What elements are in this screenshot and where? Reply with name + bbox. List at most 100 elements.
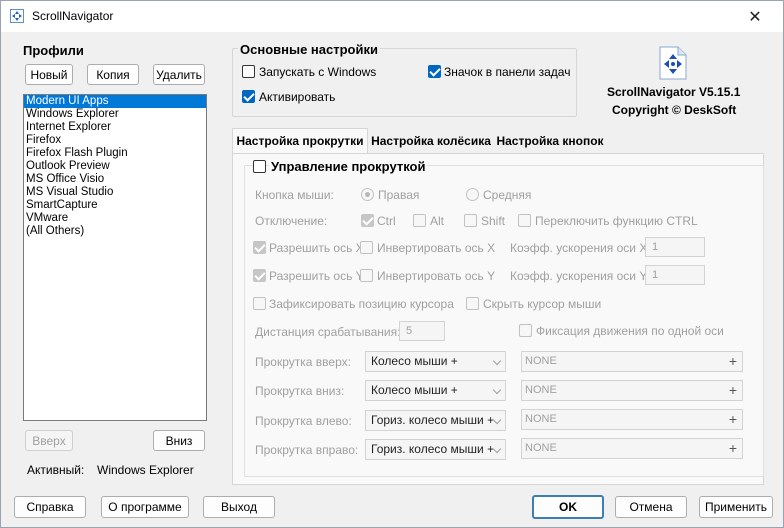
- scroll-right-select[interactable]: Гориз. колесо мыши +: [365, 439, 506, 460]
- scroll-up-label: Прокрутка вверх:: [255, 355, 351, 369]
- about-button[interactable]: О программе: [101, 496, 189, 518]
- exit-button[interactable]: Выход: [203, 496, 275, 518]
- scroll-control-label: Управление прокруткой: [269, 159, 428, 174]
- ok-button[interactable]: OK: [532, 495, 604, 519]
- list-item[interactable]: MS Office Visio: [24, 173, 206, 186]
- main-window: ScrollNavigator ✕ Профили Новый Копия Уд…: [0, 0, 784, 528]
- move-up-button[interactable]: Вверх: [25, 430, 73, 451]
- right-button-label: Правая: [378, 188, 420, 202]
- tab-scroll-settings[interactable]: Настройка прокрутки: [232, 128, 368, 153]
- copyright-text: Copyright © DeskSoft: [612, 103, 737, 117]
- scroll-down-hotkey[interactable]: NONE +: [521, 380, 743, 401]
- invert-y-label: Инвертировать ось Y: [377, 269, 496, 283]
- scroll-up-select-value: Колесо мыши +: [371, 354, 458, 368]
- disable-label: Отключение:: [255, 214, 328, 228]
- startup-checkbox[interactable]: [242, 65, 255, 78]
- tab-wheel-settings[interactable]: Настройка колёсика: [368, 129, 494, 152]
- plus-icon[interactable]: +: [729, 381, 737, 400]
- scroll-right-hotkey[interactable]: NONE +: [521, 438, 743, 459]
- allow-y-checkbox[interactable]: [253, 269, 266, 282]
- plus-icon[interactable]: +: [729, 410, 737, 429]
- ctrl-checkbox[interactable]: [361, 214, 374, 227]
- move-down-button[interactable]: Вниз: [153, 430, 205, 451]
- list-item[interactable]: Firefox: [24, 134, 206, 147]
- middle-button-radio[interactable]: [466, 188, 479, 201]
- apply-button[interactable]: Применить: [699, 496, 773, 518]
- plus-icon[interactable]: +: [729, 352, 737, 371]
- chevron-down-icon: [492, 385, 502, 395]
- startup-label: Запускать с Windows: [259, 65, 377, 79]
- middle-button-label: Средняя: [483, 188, 532, 202]
- accel-x-label: Коэфф. ускорения оси X: [510, 241, 648, 255]
- list-item[interactable]: SmartCapture: [24, 199, 206, 212]
- invert-x-label: Инвертировать ось X: [377, 241, 496, 255]
- scroll-left-label: Прокрутка влево:: [255, 414, 352, 428]
- list-item[interactable]: Windows Explorer: [24, 108, 206, 121]
- cancel-button[interactable]: Отмена: [615, 496, 687, 518]
- new-profile-button[interactable]: Новый: [25, 64, 73, 85]
- ctrl-label: Ctrl: [377, 214, 396, 228]
- list-item[interactable]: MS Visual Studio: [24, 186, 206, 199]
- list-item[interactable]: Firefox Flash Plugin: [24, 147, 206, 160]
- scroll-left-hotkey[interactable]: NONE +: [521, 409, 743, 430]
- invert-x-checkbox[interactable]: [360, 241, 373, 254]
- scroll-up-select[interactable]: Колесо мыши +: [365, 351, 506, 372]
- scroll-left-select[interactable]: Гориз. колесо мыши +: [365, 410, 506, 431]
- right-button-radio[interactable]: [361, 188, 374, 201]
- alt-label: Alt: [430, 214, 445, 228]
- shift-checkbox[interactable]: [464, 214, 477, 227]
- scroll-left-hotkey-value: NONE: [525, 413, 557, 425]
- accel-y-label: Коэфф. ускорения оси Y: [510, 269, 648, 283]
- hide-cursor-checkbox[interactable]: [466, 297, 479, 310]
- list-item[interactable]: (All Others): [24, 225, 206, 238]
- scroll-down-select-value: Колесо мыши +: [371, 383, 458, 397]
- distance-label: Дистанция срабатывания:: [255, 325, 401, 339]
- fix-cursor-checkbox[interactable]: [253, 297, 266, 310]
- tray-icon-checkbox[interactable]: [428, 65, 441, 78]
- activate-checkbox[interactable]: [242, 90, 255, 103]
- allow-x-checkbox[interactable]: [253, 241, 266, 254]
- hide-cursor-label: Скрыть курсор мыши: [483, 297, 602, 311]
- shift-label: Shift: [481, 214, 506, 228]
- toggle-ctrl-checkbox[interactable]: [518, 214, 531, 227]
- mouse-button-label: Кнопка мыши:: [255, 188, 334, 202]
- list-item[interactable]: Modern UI Apps: [24, 95, 206, 108]
- window-title: ScrollNavigator: [32, 9, 114, 23]
- title-bar: ScrollNavigator ✕: [1, 1, 783, 32]
- invert-y-checkbox[interactable]: [360, 269, 373, 282]
- scroll-down-select[interactable]: Колесо мыши +: [365, 380, 506, 401]
- help-button[interactable]: Справка: [14, 496, 86, 518]
- scroll-up-hotkey[interactable]: NONE +: [521, 351, 743, 372]
- single-axis-checkbox[interactable]: [519, 324, 532, 337]
- toggle-ctrl-label: Переключить функцию CTRL: [535, 214, 698, 228]
- tab-button-settings[interactable]: Настройка кнопок: [494, 129, 606, 152]
- copy-profile-button[interactable]: Копия: [87, 64, 139, 85]
- accel-x-input[interactable]: 1: [645, 237, 705, 257]
- basic-settings-panel: [232, 48, 577, 117]
- activate-label: Активировать: [259, 90, 336, 104]
- profiles-list[interactable]: Modern UI Apps Windows Explorer Internet…: [23, 94, 207, 421]
- list-item[interactable]: VMware: [24, 212, 206, 225]
- scroll-down-label: Прокрутка вниз:: [255, 384, 345, 398]
- scroll-right-label: Прокрутка вправо:: [255, 443, 359, 457]
- distance-input[interactable]: 5: [399, 321, 445, 341]
- active-profile-label: Активный:: [27, 463, 85, 477]
- list-item[interactable]: Internet Explorer: [24, 121, 206, 134]
- list-item[interactable]: Outlook Preview: [24, 160, 206, 173]
- delete-profile-button[interactable]: Удалить: [153, 64, 205, 85]
- basic-settings-title: Основные настройки: [238, 42, 380, 57]
- fix-cursor-label: Зафиксировать позицию курсора: [269, 297, 454, 311]
- scroll-control-checkbox[interactable]: [253, 160, 266, 173]
- profiles-title: Профили: [23, 43, 84, 58]
- single-axis-label: Фиксация движения по одной оси: [536, 324, 724, 338]
- scroll-down-hotkey-value: NONE: [525, 384, 557, 396]
- scroll-right-hotkey-value: NONE: [525, 442, 557, 454]
- alt-checkbox[interactable]: [413, 214, 426, 227]
- active-profile-value: Windows Explorer: [97, 463, 194, 477]
- scroll-right-select-value: Гориз. колесо мыши +: [371, 442, 495, 456]
- scroll-up-hotkey-value: NONE: [525, 355, 557, 367]
- plus-icon[interactable]: +: [729, 439, 737, 458]
- close-icon[interactable]: ✕: [735, 3, 775, 30]
- allow-x-label: Разрешить ось X: [269, 241, 364, 255]
- accel-y-input[interactable]: 1: [645, 265, 705, 285]
